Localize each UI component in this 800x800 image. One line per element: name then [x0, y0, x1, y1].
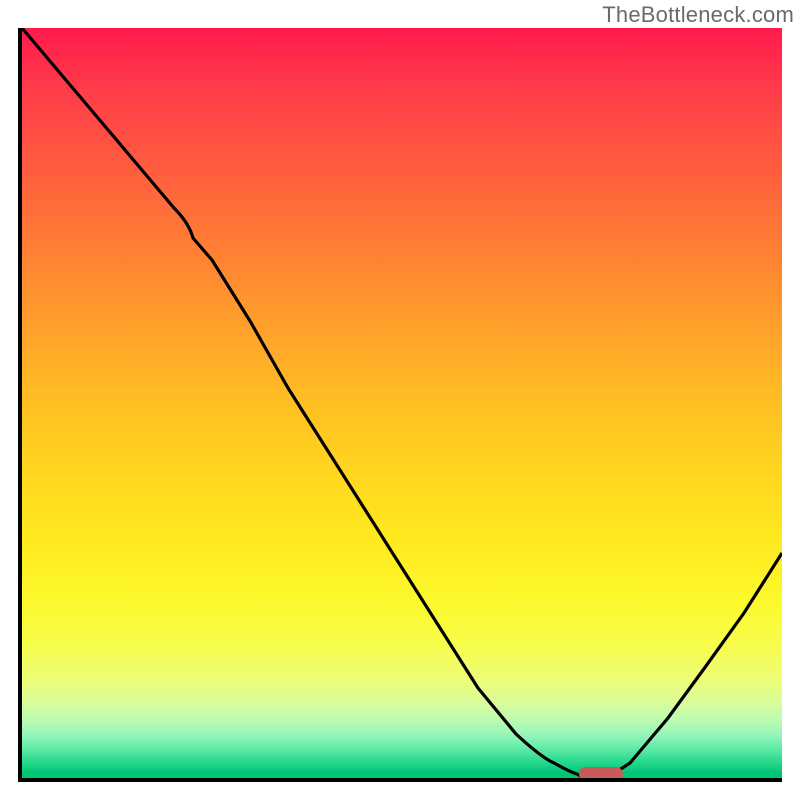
watermark-text: TheBottleneck.com — [602, 2, 794, 28]
bottleneck-curve-path — [22, 28, 782, 778]
plot-area — [18, 28, 782, 782]
optimum-marker — [579, 767, 623, 781]
chart-container: TheBottleneck.com — [0, 0, 800, 800]
line-overlay-svg — [22, 28, 782, 778]
